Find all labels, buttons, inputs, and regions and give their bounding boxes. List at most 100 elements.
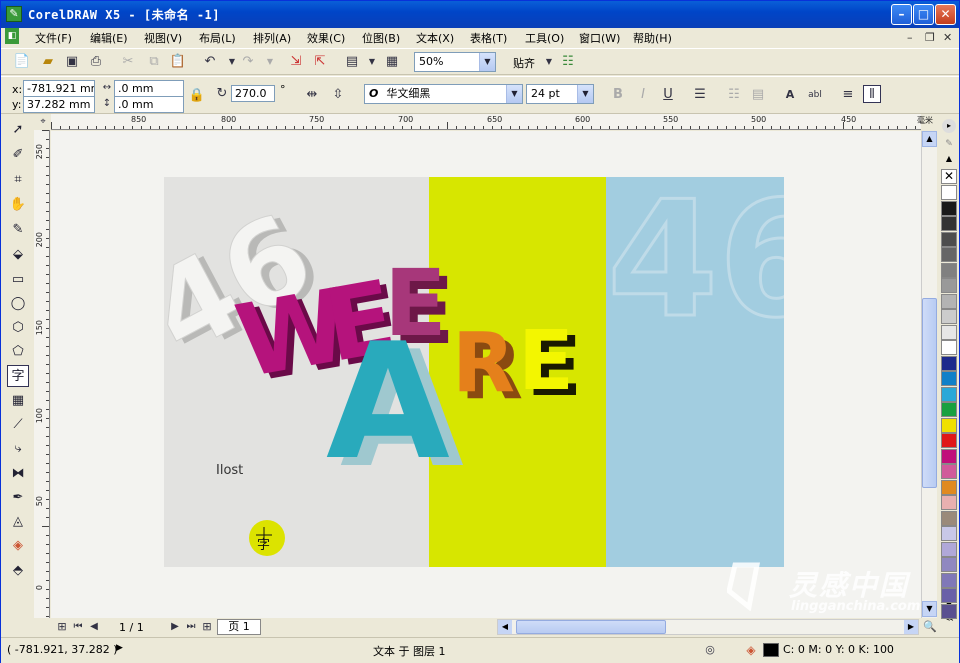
color-swatch[interactable]: [941, 417, 957, 433]
menu-edit[interactable]: 编辑(E): [90, 30, 128, 46]
menu-effects[interactable]: 效果(C): [307, 30, 345, 46]
menu-window[interactable]: 窗口(W): [579, 30, 620, 46]
color-swatch[interactable]: [941, 231, 957, 247]
smart-fill-tool-icon[interactable]: ⬙: [7, 244, 29, 266]
scroll-left-icon[interactable]: ◀: [498, 620, 512, 634]
object-height-field[interactable]: .0 mm: [114, 96, 184, 113]
lock-ratio-icon[interactable]: 🔒: [188, 87, 206, 105]
pick-tool-icon[interactable]: ➚: [7, 119, 29, 141]
text-tool-icon[interactable]: 字: [7, 365, 29, 387]
color-swatch[interactable]: [941, 603, 957, 619]
color-swatch[interactable]: [941, 200, 957, 216]
x-position-field[interactable]: -781.921 mm: [23, 80, 95, 97]
palette-menu-icon[interactable]: ▸: [942, 119, 956, 133]
color-swatch[interactable]: [941, 588, 957, 603]
color-swatch[interactable]: [941, 464, 957, 479]
page-tab[interactable]: 页 1: [217, 619, 261, 635]
horizontal-scrollbar[interactable]: ◀ ▶: [497, 619, 919, 635]
scroll-up-icon[interactable]: ▲: [922, 131, 937, 147]
vertical-scrollbar[interactable]: ▲ ▼: [921, 131, 937, 618]
doc-restore-icon[interactable]: ❐: [925, 31, 935, 44]
character-formatting-icon[interactable]: A: [781, 86, 799, 104]
menu-text[interactable]: 文本(X): [416, 30, 454, 46]
color-swatch[interactable]: [941, 324, 957, 340]
options-icon[interactable]: ☷: [559, 53, 577, 71]
zoom-level-dropdown[interactable]: 50% ▼: [414, 52, 496, 72]
horizontal-ruler[interactable]: 850 800 750 700 650 600 550 500 450: [51, 114, 921, 130]
export-icon[interactable]: ⇱: [311, 53, 329, 71]
basic-shapes-tool-icon[interactable]: ⬠: [7, 341, 29, 363]
color-swatch[interactable]: [941, 371, 957, 386]
snap-target-icon[interactable]: ◎: [701, 641, 719, 659]
title-bar[interactable]: ✎ CorelDRAW X5 - [未命名 -1] – □ ✕: [1, 1, 959, 28]
vertical-scroll-thumb[interactable]: [922, 298, 937, 488]
drawing-canvas[interactable]: 46 46 46 E E W W E E R R E E A A Ilost 字…: [51, 131, 921, 618]
open-icon[interactable]: ▰: [39, 53, 57, 71]
palette-scroll-up-icon[interactable]: ▲: [942, 153, 956, 165]
rectangle-tool-icon[interactable]: ▭: [7, 269, 29, 291]
redo-icon[interactable]: ↷: [239, 53, 257, 71]
text-align-icon[interactable]: ☰: [691, 86, 709, 104]
color-swatch[interactable]: [941, 495, 957, 510]
color-swatch[interactable]: [941, 216, 957, 231]
color-swatch[interactable]: [941, 309, 957, 324]
menu-file[interactable]: 文件(F): [35, 30, 72, 46]
color-swatch[interactable]: [941, 386, 957, 402]
paste-icon[interactable]: 📋: [169, 53, 187, 71]
color-swatch[interactable]: [941, 247, 957, 262]
italic-icon[interactable]: I: [634, 86, 652, 104]
redo-dropdown-icon[interactable]: ▼: [261, 53, 279, 71]
palette-eyedropper-icon[interactable]: ✎: [942, 137, 956, 151]
copy-icon[interactable]: ⧉: [145, 53, 163, 71]
menu-tools[interactable]: 工具(O): [525, 30, 564, 46]
fill-indicator-icon[interactable]: ◈: [742, 641, 760, 659]
color-swatch[interactable]: [941, 278, 957, 293]
shape-tool-icon[interactable]: ✐: [7, 144, 29, 166]
bullet-list-icon[interactable]: ☷: [725, 86, 743, 104]
print-icon[interactable]: ⎙: [87, 53, 105, 71]
freehand-tool-icon[interactable]: ✎: [7, 219, 29, 241]
menu-bitmaps[interactable]: 位图(B): [362, 30, 400, 46]
font-list-dropdown[interactable]: O 华文细黑 ▼: [364, 84, 523, 104]
snap-dropdown-icon[interactable]: ▼: [540, 53, 558, 71]
color-swatch[interactable]: [941, 541, 957, 557]
horizontal-text-icon[interactable]: ≡: [839, 86, 857, 104]
menu-layout[interactable]: 布局(L): [199, 30, 236, 46]
color-swatch[interactable]: [941, 340, 957, 355]
menu-arrange[interactable]: 排列(A): [253, 30, 291, 46]
ellipse-tool-icon[interactable]: ◯: [7, 293, 29, 315]
crop-tool-icon[interactable]: ⌗: [7, 169, 29, 191]
color-swatch[interactable]: [941, 185, 957, 200]
color-swatch[interactable]: [941, 355, 957, 371]
undo-icon[interactable]: ↶: [201, 53, 219, 71]
dimension-tool-icon[interactable]: ⟋: [7, 414, 29, 436]
table-tool-icon[interactable]: ▦: [7, 390, 29, 412]
outline-tool-icon[interactable]: ◬: [7, 511, 29, 533]
bold-icon[interactable]: B: [609, 86, 627, 104]
add-page-after-icon[interactable]: ⊞: [198, 618, 216, 636]
vertical-text-icon[interactable]: ⦀: [863, 85, 881, 103]
eyedropper-tool-icon[interactable]: ✒: [7, 487, 29, 509]
new-document-icon[interactable]: 📄: [13, 53, 31, 71]
horizontal-scroll-thumb[interactable]: [516, 620, 666, 634]
underline-icon[interactable]: U: [659, 86, 677, 104]
drop-cap-icon[interactable]: ▤: [749, 86, 767, 104]
status-expand-icon[interactable]: ▶: [116, 643, 123, 653]
blend-tool-icon[interactable]: ⧓: [7, 463, 29, 485]
color-swatch[interactable]: [941, 572, 957, 588]
color-swatch[interactable]: [941, 402, 957, 417]
minimize-button[interactable]: –: [891, 4, 912, 25]
rotation-angle-field[interactable]: 270.0: [231, 85, 275, 102]
pan-tool-icon[interactable]: ✋: [7, 194, 29, 216]
cut-icon[interactable]: ✂: [119, 53, 137, 71]
mirror-horizontal-icon[interactable]: ⇹: [303, 86, 321, 104]
color-swatch[interactable]: [941, 557, 957, 572]
vertical-ruler[interactable]: 250 200 150 100 50 0: [34, 130, 50, 618]
color-swatch[interactable]: [941, 293, 957, 309]
close-button[interactable]: ✕: [935, 4, 956, 25]
save-icon[interactable]: ▣: [63, 53, 81, 71]
color-swatch[interactable]: [941, 448, 957, 464]
drawing-page[interactable]: 46 46 46 E E W W E E R R E E A A Ilost 字: [164, 177, 784, 567]
polygon-tool-icon[interactable]: ⬡: [7, 317, 29, 339]
launcher-dropdown-icon[interactable]: ▼: [363, 53, 381, 71]
